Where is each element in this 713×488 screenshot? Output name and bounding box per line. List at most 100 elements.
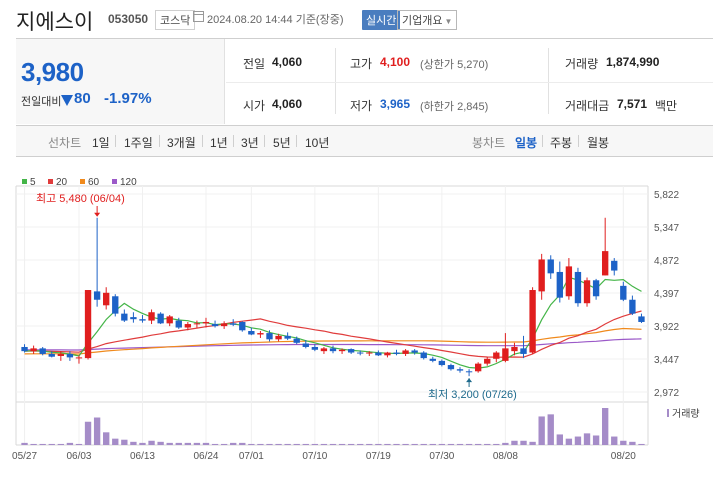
period-weekly[interactable]: 주봉 bbox=[550, 134, 572, 151]
y-axis: 5,822 5,347 4,872 4,397 3,922 3,447 2,972 bbox=[654, 190, 679, 399]
volume-bar bbox=[384, 443, 391, 445]
candle-body bbox=[465, 371, 473, 373]
volume-label: 거래량 bbox=[565, 57, 599, 71]
calendar-icon bbox=[193, 11, 204, 22]
candlestick-chart[interactable]: 5 20 60 120 최고 5,480 (06/04)최저 3,200 (07/26… bbox=[0, 172, 713, 472]
company-overview-dropdown[interactable]: 기업개요 ▼ bbox=[397, 10, 458, 30]
volume-bar bbox=[293, 443, 300, 445]
low-value: 3,965 bbox=[380, 97, 411, 111]
volume-bar bbox=[402, 443, 409, 445]
candle-body bbox=[302, 343, 309, 347]
candle-body bbox=[220, 323, 228, 327]
candle-body bbox=[320, 348, 328, 352]
candle-body bbox=[375, 352, 382, 356]
volume-bar bbox=[93, 417, 101, 445]
volume-bar bbox=[411, 443, 418, 445]
market-badge: 코스닥 bbox=[155, 10, 196, 30]
realtime-button[interactable]: 실시간 bbox=[362, 10, 401, 30]
candle-body bbox=[93, 291, 101, 300]
x-tick-label: 07/01 bbox=[239, 451, 264, 462]
volume-bar bbox=[75, 443, 83, 445]
x-tick-label: 05/27 bbox=[12, 451, 37, 462]
period-3m[interactable]: 3개월 bbox=[167, 134, 196, 151]
candle-body bbox=[21, 346, 28, 352]
stock-header: 지에스이 053050 코스닥 2024.08.20 14:44 기준(장중) … bbox=[0, 0, 713, 38]
candle-body bbox=[230, 323, 237, 325]
divider bbox=[335, 48, 336, 114]
period-3y[interactable]: 3년 bbox=[241, 134, 259, 151]
period-10y[interactable]: 10년 bbox=[305, 134, 329, 151]
period-monthly[interactable]: 월봉 bbox=[587, 134, 609, 151]
candle-chart-label: 봉차트 bbox=[472, 136, 506, 150]
volume-bar bbox=[166, 442, 173, 445]
period-1w[interactable]: 1주일 bbox=[124, 134, 153, 151]
prev-close-value: 4,060 bbox=[272, 55, 303, 69]
y-tick-label: 4,872 bbox=[654, 256, 679, 267]
candle-body bbox=[157, 313, 164, 324]
candle-body bbox=[611, 260, 618, 271]
candle-body bbox=[293, 338, 300, 343]
candle-body bbox=[175, 320, 182, 328]
candle-body bbox=[75, 357, 83, 359]
candle-body bbox=[520, 348, 527, 354]
volume-bar bbox=[220, 443, 228, 445]
volume-bar bbox=[112, 438, 119, 445]
candle-body bbox=[447, 365, 455, 370]
candle-body bbox=[629, 299, 636, 314]
candle-body bbox=[420, 352, 427, 359]
candle-body bbox=[329, 348, 337, 352]
volume-bar bbox=[175, 442, 182, 445]
candle-body bbox=[366, 352, 373, 354]
y-tick-label: 3,922 bbox=[654, 322, 679, 333]
x-tick-label: 08/20 bbox=[611, 451, 636, 462]
volume-bar bbox=[484, 443, 491, 445]
high-label: 고가 bbox=[350, 57, 373, 71]
candle-body bbox=[574, 271, 582, 304]
moving-averages bbox=[24, 276, 642, 369]
candle-body bbox=[39, 348, 46, 354]
candle-body bbox=[184, 324, 192, 328]
candle-body bbox=[311, 346, 319, 350]
candle-body bbox=[511, 346, 518, 352]
candle-body bbox=[502, 348, 509, 361]
volume-bar bbox=[520, 440, 527, 445]
period-1y[interactable]: 1년 bbox=[210, 134, 228, 151]
candle-body bbox=[592, 280, 600, 297]
volume-bar bbox=[302, 443, 309, 445]
candle-body bbox=[529, 290, 536, 353]
candle-body bbox=[620, 285, 627, 300]
volume-bar bbox=[329, 443, 337, 445]
volume-bar bbox=[148, 440, 155, 445]
company-overview-label: 기업개요 bbox=[402, 15, 443, 27]
volume-bar bbox=[493, 443, 500, 445]
volume-bar bbox=[438, 443, 446, 445]
candle-body bbox=[103, 292, 110, 306]
prev-close-label: 전일 bbox=[243, 57, 266, 71]
divider bbox=[159, 135, 160, 147]
candle-body bbox=[357, 352, 364, 354]
stock-code: 053050 bbox=[108, 12, 149, 26]
volume-bar bbox=[103, 432, 110, 445]
candle-body bbox=[411, 350, 418, 353]
volume-bar bbox=[139, 442, 146, 445]
candle-body bbox=[139, 319, 146, 321]
volume-bar bbox=[474, 443, 482, 445]
period-5y[interactable]: 5년 bbox=[273, 134, 291, 151]
volume-bar bbox=[121, 439, 128, 445]
candle-body bbox=[275, 335, 282, 340]
low-arrow-head bbox=[466, 378, 473, 383]
candle-body bbox=[84, 290, 92, 359]
volume-bar bbox=[601, 408, 609, 445]
ma5-line bbox=[24, 276, 642, 369]
volume-bar bbox=[511, 440, 518, 445]
candle-body bbox=[493, 352, 500, 359]
volume-bar bbox=[39, 443, 46, 445]
candle-body bbox=[601, 251, 609, 276]
volume-bar bbox=[257, 443, 264, 445]
volume-bar bbox=[447, 443, 455, 445]
volume-bar bbox=[266, 443, 273, 445]
period-1d[interactable]: 1일 bbox=[92, 134, 110, 151]
period-daily[interactable]: 일봉 bbox=[515, 134, 537, 151]
x-tick-label: 07/30 bbox=[429, 451, 454, 462]
candle-body bbox=[565, 266, 573, 297]
